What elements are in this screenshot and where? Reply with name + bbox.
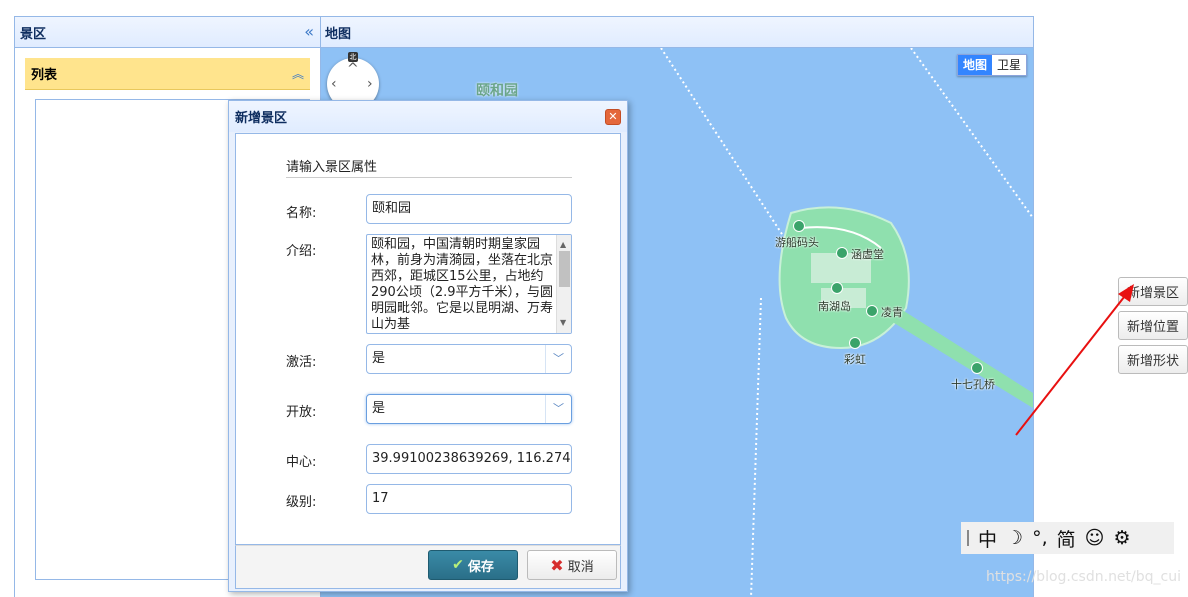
chevron-down-icon[interactable]: ﹀ — [545, 395, 571, 423]
dialog-header: 新增景区 ✕ — [229, 101, 627, 132]
list-section-header[interactable]: 列表 ︽ — [25, 58, 310, 90]
open-select-value: 是 — [372, 401, 386, 416]
pan-right-icon[interactable]: › — [367, 77, 373, 91]
pan-left-icon[interactable]: ‹ — [331, 77, 337, 91]
active-select-value: 是 — [372, 351, 386, 366]
intro-text: 颐和园，中国清朝时期皇家园林，前身为清漪园，坐落在北京西郊，距城区15公里，占地… — [371, 237, 554, 332]
level-label: 级别: — [286, 495, 317, 510]
ime-toolbar: 中 ☽ °, 简 ☺ ⚙ — [961, 522, 1174, 554]
map-type-switcher[interactable]: 地图 卫星 — [956, 54, 1027, 76]
level-field[interactable]: 17 — [366, 484, 572, 514]
name-label: 名称: — [286, 206, 317, 221]
cancel-x-icon: ✖ — [550, 555, 564, 575]
section-title: 请输入景区属性 — [286, 156, 572, 178]
ime-chinese-mode[interactable]: 中 — [978, 525, 997, 552]
map-type-normal[interactable]: 地图 — [957, 55, 992, 75]
scroll-down-icon[interactable]: ▼ — [560, 315, 566, 331]
collapse-left-icon[interactable]: « — [304, 24, 314, 40]
annotation-arrow — [1015, 284, 1134, 436]
pan-up-icon[interactable]: ^ — [347, 62, 359, 76]
cancel-button[interactable]: ✖ 取消 — [527, 550, 617, 580]
open-label: 开放: — [286, 405, 317, 420]
temple-poi-icon[interactable] — [831, 282, 843, 294]
ime-grip-handle[interactable] — [967, 530, 969, 546]
scenic-panel-header: 景区 « — [15, 17, 320, 48]
intro-scrollbar[interactable]: ▲ ▼ — [556, 235, 571, 333]
intro-textarea[interactable]: 颐和园，中国清朝时期皇家园林，前身为清漪园，坐落在北京西郊，距城区15公里，占地… — [366, 234, 572, 334]
chevron-down-icon[interactable]: ﹀ — [545, 345, 571, 373]
open-select[interactable]: 是 ﹀ — [366, 394, 572, 424]
add-scenic-dialog: 新增景区 ✕ 请输入景区属性 名称: 颐和园 介绍: 颐和园，中国清朝时期皇家园… — [228, 100, 628, 592]
park-label: 颐和园 — [476, 83, 518, 99]
dialog-title: 新增景区 — [235, 111, 288, 126]
map-panel-header: 地图 — [321, 17, 1033, 48]
watermark: https://blog.csdn.net/bq_cui — [986, 569, 1181, 585]
list-section-title: 列表 — [31, 68, 58, 83]
pier-label: 游船码头 — [775, 236, 819, 249]
caihong-label: 彩虹 — [844, 353, 866, 366]
temple-poi-icon[interactable] — [836, 247, 848, 259]
camera-poi-icon[interactable] — [866, 305, 878, 317]
center-label: 中心: — [286, 455, 317, 470]
save-label: 保存 — [467, 559, 494, 575]
close-icon[interactable]: ✕ — [605, 108, 621, 125]
chevron-up-icon[interactable]: ︽ — [292, 65, 304, 82]
lingqing-label: 凌青 — [881, 306, 903, 319]
active-select[interactable]: 是 ﹀ — [366, 344, 572, 374]
scenic-panel-title: 景区 — [20, 26, 47, 42]
scroll-thumb[interactable] — [559, 251, 570, 287]
nanhu-label: 南湖岛 — [818, 300, 851, 313]
active-label: 激活: — [286, 355, 317, 370]
camera-poi-icon[interactable] — [793, 220, 805, 232]
name-field[interactable]: 颐和园 — [366, 194, 572, 224]
check-icon: ✔ — [452, 557, 464, 573]
map-panel-title: 地图 — [325, 26, 352, 42]
hanxu-label: 涵虚堂 — [851, 248, 884, 261]
bridge-label: 十七孔桥 — [951, 378, 995, 391]
intro-label: 介绍: — [286, 244, 317, 259]
gear-icon[interactable]: ⚙ — [1113, 527, 1130, 549]
camera-poi-icon[interactable] — [849, 337, 861, 349]
dialog-body: 请输入景区属性 名称: 颐和园 介绍: 颐和园，中国清朝时期皇家园林，前身为清漪… — [235, 133, 621, 545]
ime-punctuation[interactable]: °, — [1032, 527, 1048, 549]
ime-simplified[interactable]: 简 — [1057, 525, 1076, 552]
map-type-satellite[interactable]: 卫星 — [992, 55, 1026, 75]
cancel-label: 取消 — [567, 559, 594, 575]
moon-icon[interactable]: ☽ — [1006, 527, 1023, 549]
dialog-footer: ✔ 保存 ✖ 取消 — [235, 545, 621, 589]
save-button[interactable]: ✔ 保存 — [428, 550, 518, 580]
bridge-poi-icon[interactable] — [971, 362, 983, 374]
center-field[interactable]: 39.99100238639269, 116.2742 — [366, 444, 572, 474]
smiley-icon[interactable]: ☺ — [1085, 527, 1105, 549]
